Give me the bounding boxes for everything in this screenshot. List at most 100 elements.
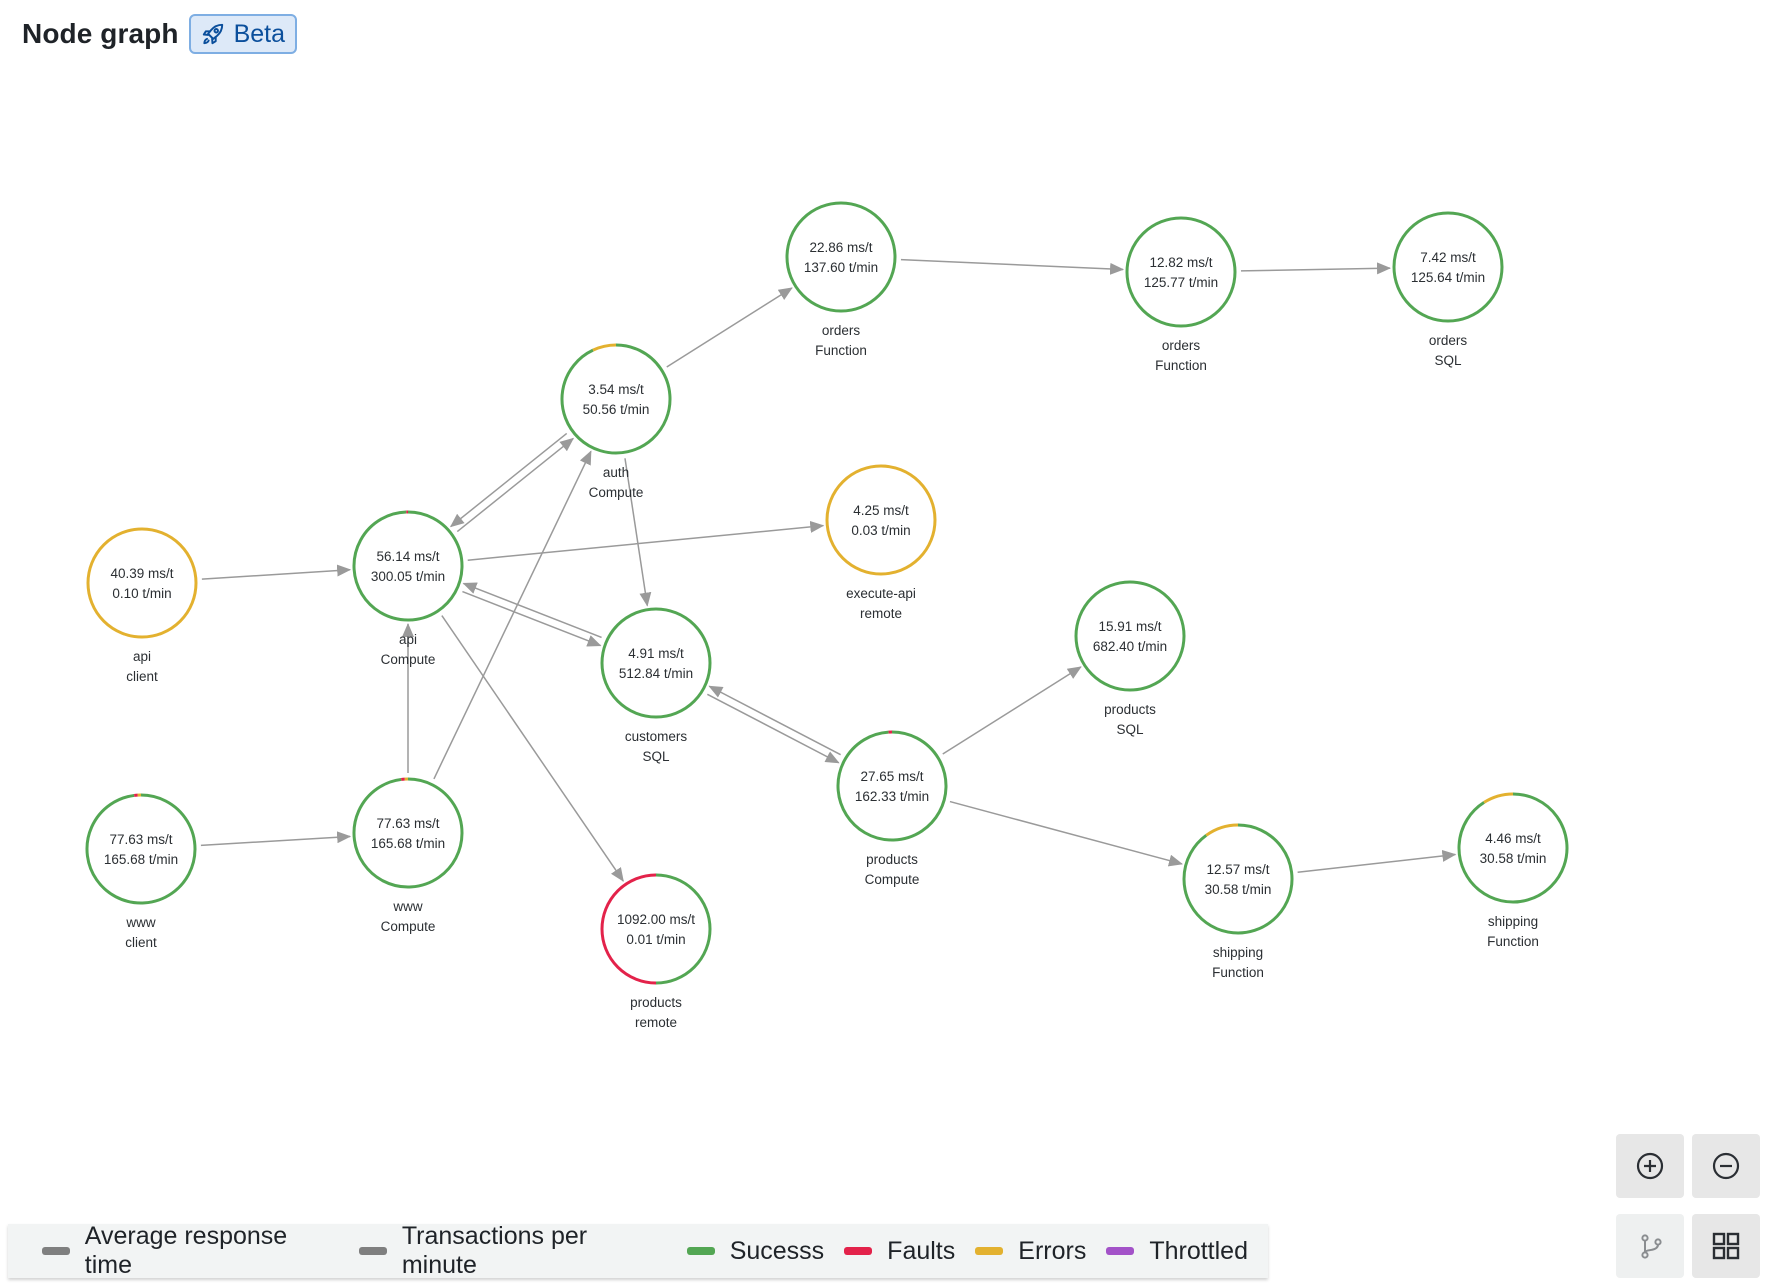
node-type: Function [1155,358,1207,373]
edge-api-client-to-api-compute[interactable] [201,564,352,580]
node-tpm: 137.60 t/min [804,260,878,275]
node-orders-function-2[interactable]: 12.82 ms/t 125.77 t/min orders Function [1125,216,1237,373]
git-branch-icon [1641,1234,1662,1259]
edge-shipping-function-1-to-shipping-function-2[interactable] [1297,849,1457,874]
legend-item-success: Sucesss [686,1236,825,1266]
node-type: client [125,935,157,950]
node-response-time: 12.57 ms/t [1206,862,1269,877]
edge-www-compute-to-auth-compute[interactable] [433,450,592,780]
node-response-time: 4.25 ms/t [853,503,909,518]
node-name: orders [1162,338,1201,353]
node-tpm: 50.56 t/min [583,402,650,417]
node-type: Function [1212,965,1264,980]
node-shipping-function-2[interactable]: 4.46 ms/t 30.58 t/min shipping Function [1457,792,1569,949]
legend-swatch [42,1247,70,1255]
legend-item-tpm: Transactions per minute [359,1222,667,1280]
node-tpm: 125.64 t/min [1411,270,1485,285]
node-products-sql[interactable]: 15.91 ms/t 682.40 t/min products SQL [1074,580,1186,737]
node-api-compute[interactable]: 56.14 ms/t 300.05 t/min api Compute [352,510,464,667]
legend-label: Transactions per minute [401,1222,588,1279]
node-tpm: 162.33 t/min [855,789,929,804]
legend-item-faults: Faults [844,1237,955,1266]
edge-api-compute-to-products-remote[interactable] [441,615,624,882]
node-name: products [1104,702,1156,717]
node-graph-canvas[interactable]: 40.39 ms/t 0.10 t/min api client 56.14 ms/t 3… [0,0,1768,1288]
node-tpm: 30.58 t/min [1480,851,1547,866]
edge-products-compute-to-customers-sql[interactable] [708,685,841,756]
node-products-compute[interactable]: 27.65 ms/t 162.33 t/min products Compute [836,730,948,887]
node-execute-api-remote[interactable]: 4.25 ms/t 0.03 t/min execute-api remote [825,464,937,621]
node-type: SQL [1116,722,1144,737]
legend-label: Sucesss [729,1236,825,1265]
node-name: www [125,915,155,930]
beta-badge-label: Beta [233,19,285,48]
edge-api-compute-to-auth-compute[interactable] [456,437,575,533]
node-tpm: 0.03 t/min [851,523,910,538]
node-tpm: 0.10 t/min [112,586,171,601]
node-tpm: 30.58 t/min [1205,882,1272,897]
node-orders-function-1[interactable]: 22.86 ms/t 137.60 t/min orders Function [785,201,897,358]
node-response-time: 77.63 ms/t [376,816,439,831]
node-name: products [866,852,918,867]
node-tpm: 512.84 t/min [619,666,693,681]
zoom-in-icon [1636,1152,1664,1180]
node-response-time: 1092.00 ms/t [617,912,695,927]
zoom-out-icon [1712,1152,1740,1180]
legend-swatch [359,1247,387,1255]
graph-layout-button[interactable] [1616,1214,1684,1278]
node-type: Function [815,343,867,358]
grid-layout-button[interactable] [1692,1214,1760,1278]
edge-orders-function-2-to-orders-sql[interactable] [1240,262,1392,275]
node-name: shipping [1488,914,1538,929]
node-type: remote [635,1015,677,1030]
node-type: Function [1487,934,1539,949]
edge-www-client-to-www-compute[interactable] [200,831,352,847]
legend-swatch [686,1247,715,1255]
node-name: shipping [1213,945,1263,960]
page-header: Node graph Beta [22,12,297,56]
node-name: products [630,995,682,1010]
zoom-in-button[interactable] [1616,1134,1684,1198]
node-response-time: 3.54 ms/t [588,382,644,397]
edge-api-compute-to-execute-api-remote[interactable] [467,520,825,561]
node-www-client[interactable]: 77.63 ms/t 165.68 t/min www client [85,793,197,950]
legend-label: Faults [887,1236,956,1265]
edge-customers-sql-to-products-compute[interactable] [707,693,840,764]
edge-orders-function-1-to-orders-function-2[interactable] [900,258,1125,275]
legend-swatch [975,1247,1004,1255]
node-response-time: 56.14 ms/t [376,549,439,564]
node-tpm: 0.01 t/min [626,932,685,947]
node-products-remote[interactable]: 1092.00 ms/t 0.01 t/min products remote [600,873,712,1030]
node-api-client[interactable]: 40.39 ms/t 0.10 t/min api client [86,527,198,684]
zoom-out-button[interactable] [1692,1134,1760,1198]
node-name: customers [625,729,688,744]
node-tpm: 300.05 t/min [371,569,445,584]
node-type: remote [860,606,902,621]
node-www-compute[interactable]: 77.63 ms/t 165.68 t/min www Compute [352,777,464,934]
node-name: orders [822,323,861,338]
legend-swatch [844,1247,873,1255]
edge-auth-compute-to-orders-function-1[interactable] [666,287,793,368]
legend-label: Average response time [84,1222,288,1279]
node-type: SQL [642,749,670,764]
edge-products-compute-to-products-sql[interactable] [942,666,1082,755]
node-shipping-function-1[interactable]: 12.57 ms/t 30.58 t/min shipping Function [1182,823,1294,980]
edge-customers-sql-to-api-compute[interactable] [462,582,602,639]
node-customers-sql[interactable]: 4.91 ms/t 512.84 t/min customers SQL [600,607,712,764]
edge-auth-compute-to-api-compute[interactable] [449,432,568,528]
node-name: www [392,899,422,914]
node-tpm: 165.68 t/min [104,852,178,867]
node-response-time: 40.39 ms/t [110,566,173,581]
edge-auth-compute-to-customers-sql[interactable] [624,458,652,607]
legend-item-throttled: Throttled [1106,1237,1248,1266]
node-response-time: 15.91 ms/t [1098,619,1161,634]
node-tpm: 125.77 t/min [1144,275,1218,290]
edge-api-compute-to-customers-sql[interactable] [462,590,602,647]
node-type: SQL [1434,353,1462,368]
node-orders-sql[interactable]: 7.42 ms/t 125.64 t/min orders SQL [1392,211,1504,368]
node-response-time: 77.63 ms/t [109,832,172,847]
nodes-layer: 40.39 ms/t 0.10 t/min api client 56.14 ms/t 3… [85,201,1569,1030]
node-name: api [133,649,151,664]
edge-products-compute-to-shipping-function-1[interactable] [949,800,1183,867]
node-response-time: 12.82 ms/t [1149,255,1212,270]
